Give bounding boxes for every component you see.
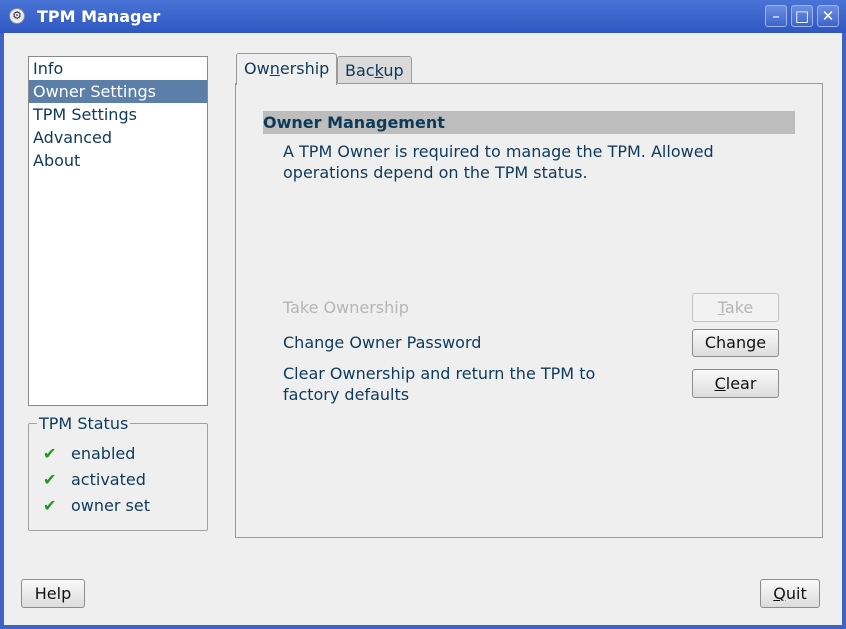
status-item-activated: ✔ activated bbox=[43, 469, 146, 491]
clear-button[interactable]: Clear bbox=[692, 369, 779, 398]
change-owner-password-label: Change Owner Password bbox=[283, 333, 482, 352]
status-label: owner set bbox=[71, 496, 150, 515]
ownership-panel: Owner Management A TPM Owner is required… bbox=[235, 83, 823, 538]
tab-backup[interactable]: Backup bbox=[337, 56, 412, 84]
section-list[interactable]: Info Owner Settings TPM Settings Advance… bbox=[28, 56, 208, 406]
nav-item-tpm-settings[interactable]: TPM Settings bbox=[29, 103, 207, 126]
owner-description: A TPM Owner is required to manage the TP… bbox=[283, 142, 714, 182]
checkmark-icon: ✔ bbox=[43, 444, 57, 463]
clear-ownership-label: Clear Ownership and return the TPM to fa… bbox=[283, 364, 596, 404]
minimize-icon[interactable]: – bbox=[765, 5, 787, 27]
tab-ownership[interactable]: Ownership bbox=[236, 53, 338, 85]
app-icon[interactable]: ⚙ bbox=[9, 8, 25, 24]
close-icon[interactable]: ✕ bbox=[817, 5, 839, 27]
status-label: activated bbox=[71, 470, 146, 489]
title-bar[interactable]: ⚙ TPM Manager – □ ✕ bbox=[0, 0, 846, 33]
section-header-owner-management: Owner Management bbox=[263, 111, 795, 134]
change-button[interactable]: Change bbox=[692, 329, 779, 357]
window-title: TPM Manager bbox=[37, 7, 161, 26]
app-window: ⚙ TPM Manager – □ ✕ Info Owner Settings … bbox=[0, 0, 846, 629]
status-label: enabled bbox=[71, 444, 136, 463]
quit-button[interactable]: Quit bbox=[760, 579, 820, 608]
status-group-title: TPM Status bbox=[37, 414, 131, 433]
take-button[interactable]: Take bbox=[692, 293, 779, 322]
take-ownership-label: Take Ownership bbox=[283, 298, 409, 317]
tpm-status-group: TPM Status ✔ enabled ✔ activated ✔ owner se… bbox=[28, 414, 208, 531]
checkmark-icon: ✔ bbox=[43, 496, 57, 515]
status-item-owner-set: ✔ owner set bbox=[43, 495, 150, 517]
nav-item-advanced[interactable]: Advanced bbox=[29, 126, 207, 149]
maximize-icon[interactable]: □ bbox=[791, 5, 813, 27]
nav-item-about[interactable]: About bbox=[29, 149, 207, 172]
nav-item-owner-settings[interactable]: Owner Settings bbox=[29, 80, 207, 103]
nav-item-info[interactable]: Info bbox=[29, 57, 207, 80]
help-button[interactable]: Help bbox=[21, 579, 85, 608]
window-client: Info Owner Settings TPM Settings Advance… bbox=[4, 33, 842, 625]
status-item-enabled: ✔ enabled bbox=[43, 443, 135, 465]
checkmark-icon: ✔ bbox=[43, 470, 57, 489]
